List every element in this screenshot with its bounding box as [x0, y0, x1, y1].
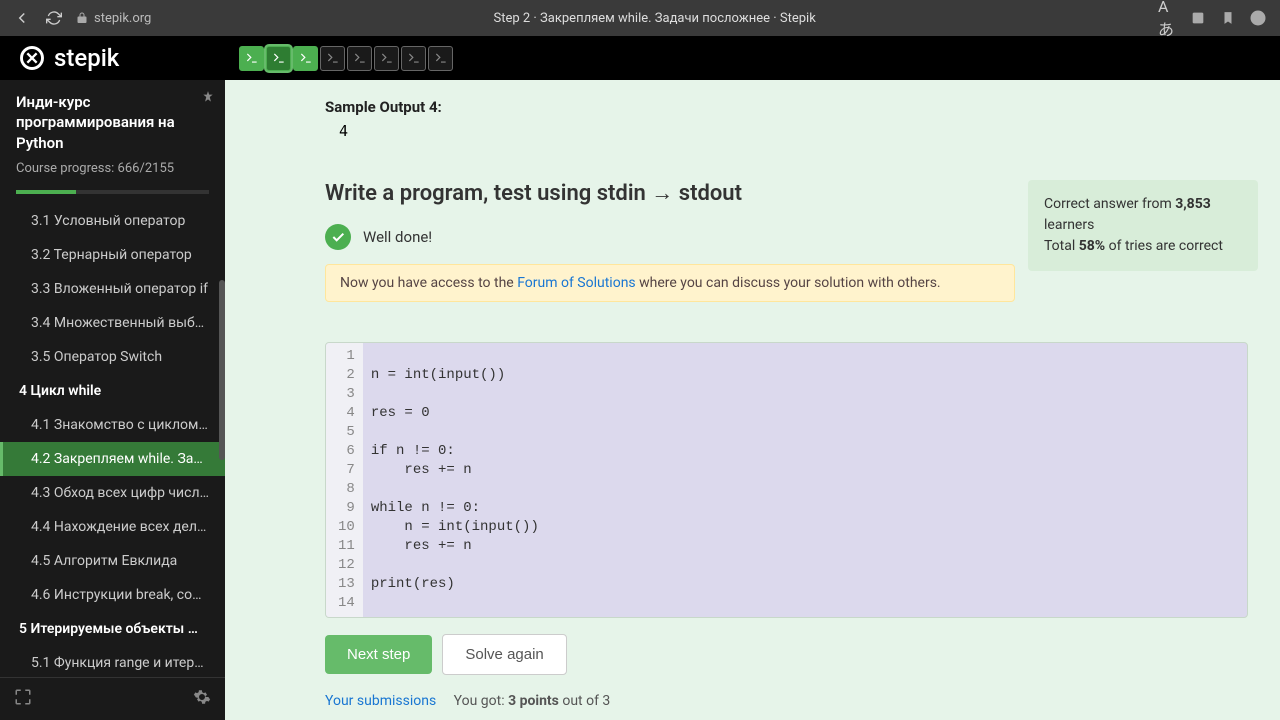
- next-step-button[interactable]: Next step: [325, 635, 432, 674]
- nav-item-13[interactable]: 5.1 Функция range и итери…: [0, 646, 225, 677]
- sample-output-value: 4: [339, 122, 1248, 140]
- step-tab-5[interactable]: [347, 46, 372, 71]
- forum-banner: Now you have access to the Forum of Solu…: [325, 264, 1015, 302]
- bookmark-icon[interactable]: [1218, 8, 1238, 28]
- progress-label: Course progress:: [16, 161, 114, 176]
- sidebar: Инди-курс программирования на Python Cou…: [0, 80, 225, 720]
- sidebar-footer: [0, 677, 225, 720]
- stats-line1: Correct answer from 3,853 learners: [1044, 194, 1242, 236]
- reload-icon[interactable]: [44, 8, 64, 28]
- sample-output-label: Sample Output 4:: [325, 98, 1248, 116]
- profile-icon[interactable]: [1248, 8, 1268, 28]
- back-icon[interactable]: [12, 8, 32, 28]
- nav-list[interactable]: 3.1 Условный оператор3.2 Тернарный опера…: [0, 204, 225, 677]
- step-tab-6[interactable]: [374, 46, 399, 71]
- stats-line2: Total 58% of tries are correct: [1044, 236, 1242, 257]
- url-bar[interactable]: stepik.org: [76, 11, 151, 26]
- code-editor[interactable]: 1234567891011121314 n = int(input()) res…: [325, 342, 1248, 618]
- forum-pre: Now you have access to the: [340, 275, 517, 291]
- nav-item-8[interactable]: 4.3 Обход всех цифр числа…: [0, 476, 225, 510]
- logo[interactable]: stepik: [18, 44, 119, 72]
- step-tab-8[interactable]: [428, 46, 453, 71]
- settings-icon[interactable]: [193, 688, 211, 710]
- logo-text: stepik: [54, 44, 119, 72]
- progress-bar: [16, 190, 209, 194]
- step-tab-2[interactable]: [266, 46, 291, 71]
- nav-item-2[interactable]: 3.3 Вложенный оператор if: [0, 272, 225, 306]
- nav-item-12[interactable]: 5 Итерируемые объекты …: [0, 612, 225, 646]
- forum-post: where you can discuss your solution with…: [636, 275, 941, 291]
- pin-icon[interactable]: [201, 90, 215, 104]
- nav-item-10[interactable]: 4.5 Алгоритм Евклида: [0, 544, 225, 578]
- course-title: Инди-курс программирования на Python: [16, 92, 209, 153]
- stats-box: Correct answer from 3,853 learners Total…: [1028, 180, 1258, 271]
- lock-icon: [76, 12, 88, 24]
- progress-row: Course progress: 666/2155: [0, 161, 225, 184]
- browser-toolbar: stepik.org Step 2 · Закрепляем while. За…: [0, 0, 1280, 36]
- nav-item-3[interactable]: 3.4 Множественный выбо…: [0, 306, 225, 340]
- logo-icon: [18, 44, 46, 72]
- url-text: stepik.org: [94, 11, 151, 26]
- step-tab-4[interactable]: [320, 46, 345, 71]
- nav-item-1[interactable]: 3.2 Тернарный оператор: [0, 238, 225, 272]
- step-tab-7[interactable]: [401, 46, 426, 71]
- got-pre: You got:: [454, 693, 508, 709]
- nav-item-9[interactable]: 4.4 Нахождение всех дели…: [0, 510, 225, 544]
- fullscreen-icon[interactable]: [14, 688, 32, 710]
- action-row: Next step Solve again: [325, 634, 1248, 675]
- well-done-text: Well done!: [363, 228, 432, 246]
- nav-item-7[interactable]: 4.2 Закрепляем while. Зад…: [0, 442, 225, 476]
- line-gutter: 1234567891011121314: [326, 343, 363, 617]
- translate-icon[interactable]: Aあ: [1158, 8, 1178, 28]
- submissions-link[interactable]: Your submissions: [325, 693, 436, 709]
- course-header: Инди-курс программирования на Python: [0, 80, 225, 161]
- page-title: Step 2 · Закрепляем while. Задачи послож…: [163, 11, 1146, 26]
- app-header: stepik: [0, 36, 1280, 80]
- solve-again-button[interactable]: Solve again: [442, 634, 566, 675]
- step-tab-1[interactable]: [239, 46, 264, 71]
- step-tab-3[interactable]: [293, 46, 318, 71]
- nav-item-11[interactable]: 4.6 Инструкции break, conti…: [0, 578, 225, 612]
- submissions-row: Your submissions You got: 3 points out o…: [325, 693, 1248, 709]
- code-content[interactable]: n = int(input()) res = 0 if n != 0: res …: [363, 343, 1247, 617]
- nav-item-0[interactable]: 3.1 Условный оператор: [0, 204, 225, 238]
- main-content: Sample Output 4: 4 Write a program, test…: [225, 80, 1280, 720]
- check-icon: [325, 224, 351, 250]
- nav-item-4[interactable]: 3.5 Оператор Switch: [0, 340, 225, 374]
- step-tabs: [239, 46, 453, 71]
- progress-fill: [16, 190, 76, 194]
- got-bold: 3 points: [508, 693, 559, 709]
- nav-item-6[interactable]: 4.1 Знакомство с циклом …: [0, 408, 225, 442]
- nav-item-5[interactable]: 4 Цикл while: [0, 374, 225, 408]
- progress-value: 666/2155: [118, 161, 175, 176]
- browser-actions: Aあ: [1158, 8, 1268, 28]
- forum-link[interactable]: Forum of Solutions: [517, 275, 635, 291]
- extension-icon[interactable]: [1188, 8, 1208, 28]
- got-post: out of 3: [559, 693, 610, 709]
